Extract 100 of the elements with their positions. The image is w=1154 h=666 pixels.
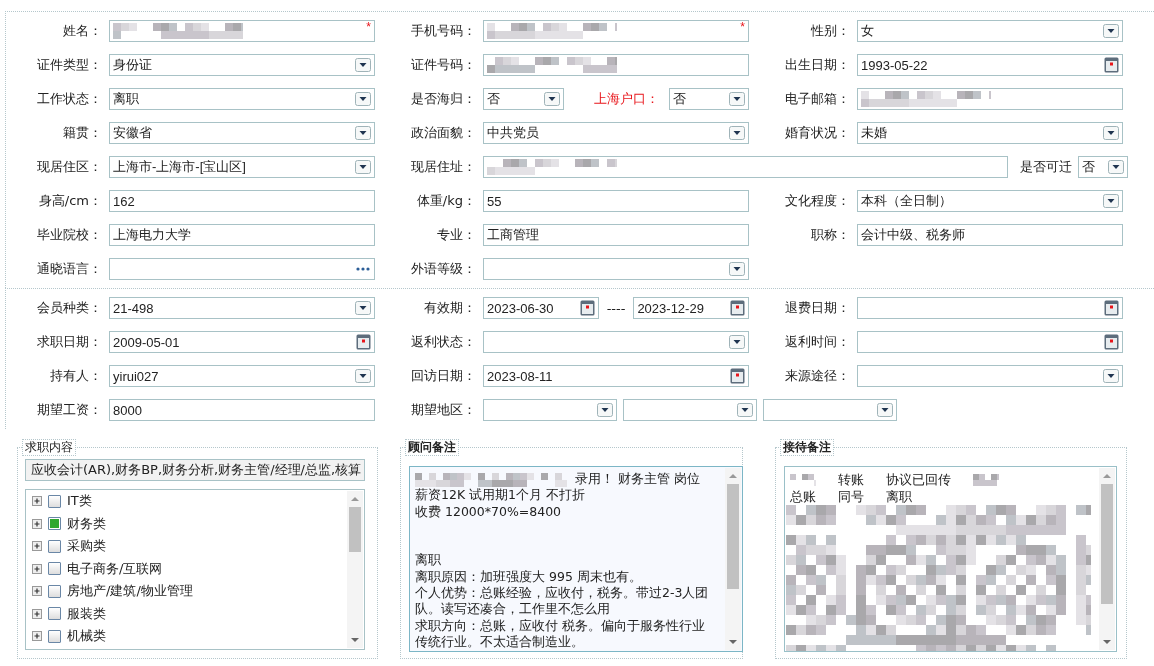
text-field[interactable]: 会计中级、税务师 [857, 224, 1123, 246]
text-field[interactable]: 上海电力大学 [109, 224, 375, 246]
text-field[interactable]: * [483, 20, 749, 42]
field-label: 持有人： [49, 367, 102, 385]
field-label: 姓名： [62, 22, 102, 40]
notes-line: 薪资12K 试用期1个月 不打折 [415, 487, 585, 503]
checkbox[interactable] [48, 539, 61, 553]
field-label: 回访日期： [410, 367, 476, 385]
expand-icon[interactable] [32, 541, 42, 552]
calendar-icon[interactable] [1104, 334, 1119, 350]
tree-item[interactable]: 采购类 [67, 537, 106, 556]
picker-field[interactable] [109, 258, 375, 280]
field-label: 求职日期： [36, 333, 102, 351]
checkbox[interactable] [48, 629, 61, 643]
expand-icon[interactable] [32, 496, 42, 507]
text-field[interactable]: 8000 [109, 399, 375, 421]
dropdown[interactable]: 否 [483, 88, 564, 110]
notes-area[interactable]: 录用！ 财务主管 岗位 薪资12K 试用期1个月 不打折 收费 12000*70%=8400 离职 离职原因：加班强度大 995 周末也有。 个人优势：总账经验，应收付，税务。带过2-3人团 队。读写还凑合，工作里不怎么用 求职方向：总账，应收付 税务。偏向于服务性行业 传统行业。不太适合制造业。 [409, 466, 743, 652]
date-field[interactable] [857, 297, 1123, 319]
dropdown[interactable]: 离职 [109, 88, 375, 110]
calendar-icon[interactable] [730, 300, 745, 316]
text-field[interactable]: 55 [483, 190, 749, 212]
calendar-icon[interactable] [356, 334, 371, 350]
date-field[interactable]: 2023-08-11 [483, 365, 749, 387]
tree-item[interactable]: 服装类 [67, 604, 106, 623]
text-field[interactable] [483, 156, 1008, 178]
dropdown[interactable]: 未婚 [857, 122, 1123, 144]
expand-icon[interactable] [32, 608, 42, 619]
scrollbar[interactable] [347, 491, 363, 648]
field-label: 外语等级： [410, 260, 476, 278]
dropdown[interactable]: 否 [668, 88, 749, 110]
text-field[interactable]: 162 [109, 190, 375, 212]
dropdown[interactable]: 中共党员 [483, 122, 749, 144]
dropdown[interactable]: 安徽省 [109, 122, 375, 144]
expand-icon[interactable] [32, 518, 42, 529]
tree-item[interactable]: IT类 [67, 492, 92, 511]
text-field[interactable]: 工商管理 [483, 224, 749, 246]
notes-line: 队。读写还凑合，工作里不怎么用 [415, 601, 610, 617]
date-field[interactable]: 1993-05-22 [857, 54, 1123, 76]
calendar-icon[interactable] [730, 368, 745, 384]
calendar-icon[interactable] [579, 300, 595, 316]
date-field[interactable]: 2023-06-30 [483, 297, 599, 319]
panel-title: 接待备注 [780, 439, 834, 456]
field-label: 电子邮箱： [784, 90, 850, 108]
date-field[interactable] [857, 331, 1123, 353]
text-field[interactable] [857, 88, 1123, 110]
expand-icon[interactable] [32, 586, 42, 597]
field-label: 通晓语言： [36, 260, 102, 278]
dropdown[interactable]: 身份证 [109, 54, 375, 76]
more-icon[interactable] [355, 266, 371, 272]
text-field[interactable] [483, 54, 749, 76]
note-word: 离职 [886, 488, 912, 505]
field-label: 会员种类： [36, 299, 102, 317]
scroll-down-icon[interactable] [350, 637, 360, 643]
field-label: 工作状态： [36, 90, 102, 108]
field-label: 出生日期： [784, 56, 850, 74]
scroll-up-icon[interactable] [1102, 473, 1112, 479]
calendar-icon[interactable] [1104, 57, 1119, 73]
scrollbar[interactable] [725, 468, 741, 650]
field-label: 上海户口： [592, 90, 660, 108]
text-field[interactable]: * [109, 20, 375, 42]
scroll-down-icon[interactable] [1102, 639, 1112, 645]
expand-icon[interactable] [32, 563, 42, 574]
field-label: 文化程度： [784, 192, 850, 210]
field-label: 返利状态： [410, 333, 476, 351]
dropdown[interactable]: 上海市-上海市-[宝山区] [109, 156, 375, 178]
checkbox[interactable] [48, 562, 61, 576]
checkbox[interactable] [48, 607, 61, 621]
text-field[interactable]: 应收会计(AR),财务BP,财务分析,财务主管/经理/总监,核算 [25, 459, 365, 481]
scrollbar[interactable] [1099, 468, 1115, 650]
checkbox[interactable] [48, 494, 61, 508]
field-label: 专业： [436, 226, 476, 244]
dropdown[interactable]: 否 [1078, 156, 1128, 178]
tree-item[interactable]: 房地产/建筑/物业管理 [67, 582, 193, 601]
tree-item[interactable]: 机械类 [67, 627, 106, 646]
scroll-thumb[interactable] [349, 507, 361, 552]
expand-icon[interactable] [32, 631, 42, 642]
dropdown[interactable]: 本科（全日制） [857, 190, 1123, 212]
field-label: 现居住区： [36, 158, 102, 176]
scroll-up-icon[interactable] [350, 496, 360, 502]
dropdown[interactable]: 21-498 [109, 297, 375, 319]
scroll-thumb[interactable] [1101, 484, 1113, 604]
checkbox[interactable] [48, 517, 61, 531]
dropdown[interactable]: 女 [857, 20, 1123, 42]
note-word: 同号 [838, 488, 864, 505]
notes-area[interactable]: 转账 协议已回传 总账 同号 离职 [784, 466, 1117, 652]
tree-item[interactable]: 电子商务/互联网 [67, 559, 163, 578]
dropdown[interactable]: yirui027 [109, 365, 375, 387]
calendar-icon[interactable] [1104, 300, 1119, 316]
required-mark: * [740, 20, 745, 34]
scroll-thumb[interactable] [727, 484, 739, 589]
scroll-up-icon[interactable] [728, 473, 738, 479]
date-field[interactable]: 2009-05-01 [109, 331, 375, 353]
required-mark: * [366, 20, 371, 34]
tree-item[interactable]: 财务类 [67, 514, 106, 533]
date-field[interactable]: 2023-12-29 [633, 297, 749, 319]
scroll-down-icon[interactable] [728, 639, 738, 645]
checkbox[interactable] [48, 584, 61, 598]
field-label: 政治面貌： [410, 124, 476, 142]
field-label: 毕业院校： [36, 226, 102, 244]
